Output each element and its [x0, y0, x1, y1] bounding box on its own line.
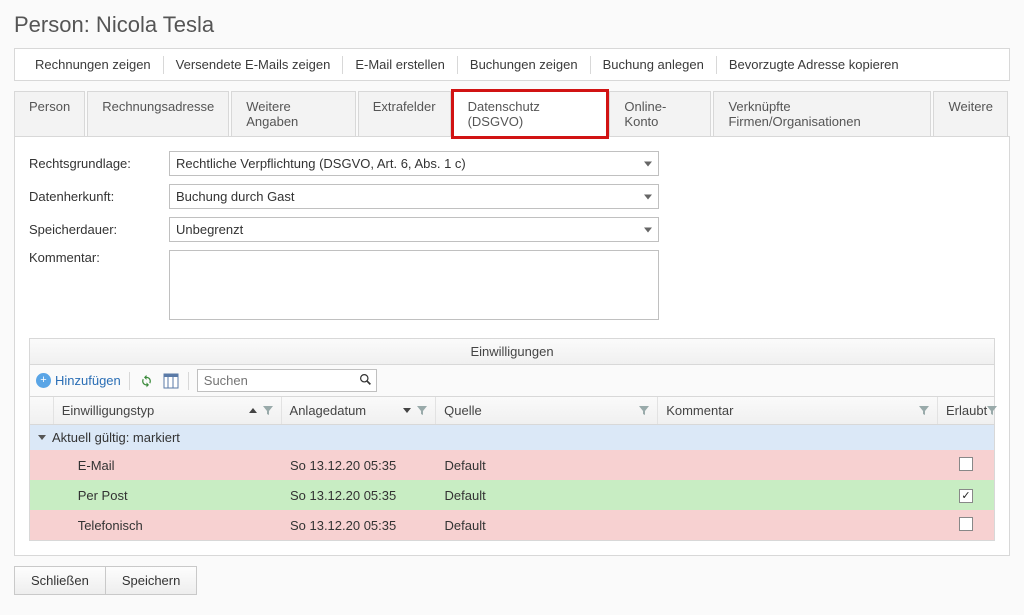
checkbox[interactable]: [959, 457, 973, 471]
filter-icon[interactable]: [919, 406, 929, 416]
grid-header: Einwilligungstyp Anlagedatum Quelle: [30, 397, 994, 425]
show-invoices-button[interactable]: Rechnungen zeigen: [23, 55, 163, 74]
group-row[interactable]: Aktuell gültig: markiert: [30, 425, 994, 450]
tab-more[interactable]: Weitere: [933, 91, 1008, 136]
copy-preferred-address-button[interactable]: Bevorzugte Adresse kopieren: [717, 55, 911, 74]
column-source-label: Quelle: [444, 403, 482, 418]
column-source[interactable]: Quelle: [436, 397, 658, 424]
add-consent-button[interactable]: + Hinzufügen: [36, 373, 121, 388]
cell-created: So 13.12.20 05:35: [282, 458, 437, 473]
sort-desc-icon: [403, 408, 411, 413]
consents-toolbar: + Hinzufügen: [30, 365, 994, 397]
tab-extra-fields[interactable]: Extrafelder: [358, 91, 451, 136]
show-sent-emails-button[interactable]: Versendete E-Mails zeigen: [164, 55, 343, 74]
tab-linked-companies[interactable]: Verknüpfte Firmen/Organisationen: [713, 91, 931, 136]
close-button[interactable]: Schließen: [14, 566, 106, 595]
table-row[interactable]: E-MailSo 13.12.20 05:35Default: [30, 450, 994, 480]
add-consent-label: Hinzufügen: [55, 373, 121, 388]
retention-select[interactable]: Unbegrenzt: [169, 217, 659, 242]
legal-basis-label: Rechtsgrundlage:: [29, 156, 169, 171]
cell-allowed[interactable]: [938, 517, 994, 534]
column-comment-label: Kommentar: [666, 403, 733, 418]
column-comment[interactable]: Kommentar: [658, 397, 938, 424]
tab-person[interactable]: Person: [14, 91, 85, 136]
table-row[interactable]: Per PostSo 13.12.20 05:35Default ✓: [30, 480, 994, 510]
consents-grid: Einwilligungen + Hinzufügen: [29, 338, 995, 541]
filter-icon[interactable]: [639, 406, 649, 416]
tab-online-account[interactable]: Online-Konto: [609, 91, 711, 136]
column-allowed[interactable]: Erlaubt: [938, 397, 994, 424]
data-origin-label: Datenherkunft:: [29, 189, 169, 204]
page-title: Person: Nicola Tesla: [4, 4, 1020, 48]
tab-body: Rechtsgrundlage: Rechtliche Verpflichtun…: [14, 137, 1010, 556]
checkbox[interactable]: [959, 517, 973, 531]
cell-created: So 13.12.20 05:35: [282, 488, 437, 503]
filter-icon[interactable]: [263, 406, 273, 416]
cell-source: Default: [437, 488, 659, 503]
cell-source: Default: [437, 458, 659, 473]
filter-icon[interactable]: [417, 406, 427, 416]
save-button[interactable]: Speichern: [106, 566, 198, 595]
footer-buttons: Schließen Speichern: [14, 566, 1010, 595]
tabs: Person Rechnungsadresse Weitere Angaben …: [14, 91, 1010, 137]
create-booking-button[interactable]: Buchung anlegen: [591, 55, 716, 74]
column-created-label: Anlagedatum: [290, 403, 367, 418]
columns-button[interactable]: [162, 372, 180, 390]
column-expand: [30, 397, 54, 424]
cell-type: Per Post: [54, 488, 282, 503]
comment-label: Kommentar:: [29, 250, 169, 265]
filter-icon[interactable]: [987, 406, 997, 416]
cell-allowed[interactable]: [938, 457, 994, 474]
refresh-button[interactable]: [138, 372, 156, 390]
data-origin-select[interactable]: Buchung durch Gast: [169, 184, 659, 209]
cell-type: Telefonisch: [54, 518, 282, 533]
legal-basis-select[interactable]: Rechtliche Verpflichtung (DSGVO, Art. 6,…: [169, 151, 659, 176]
table-row[interactable]: TelefonischSo 13.12.20 05:35Default: [30, 510, 994, 540]
cell-type: E-Mail: [54, 458, 282, 473]
column-type[interactable]: Einwilligungstyp: [54, 397, 282, 424]
create-email-button[interactable]: E-Mail erstellen: [343, 55, 457, 74]
cell-source: Default: [437, 518, 659, 533]
consents-panel-title: Einwilligungen: [30, 339, 994, 365]
column-allowed-label: Erlaubt: [946, 403, 987, 418]
column-type-label: Einwilligungstyp: [62, 403, 155, 418]
plus-icon: +: [36, 373, 51, 388]
retention-label: Speicherdauer:: [29, 222, 169, 237]
tab-data-protection[interactable]: Datenschutz (DSGVO): [453, 91, 608, 137]
cell-allowed[interactable]: ✓: [938, 487, 994, 503]
cell-created: So 13.12.20 05:35: [282, 518, 437, 533]
action-toolbar: Rechnungen zeigen Versendete E-Mails zei…: [14, 48, 1010, 81]
tab-billing-address[interactable]: Rechnungsadresse: [87, 91, 229, 136]
chevron-down-icon: [38, 435, 46, 440]
comment-textarea[interactable]: [169, 250, 659, 320]
separator: [129, 372, 130, 390]
search-input[interactable]: [197, 369, 377, 392]
tab-more-details[interactable]: Weitere Angaben: [231, 91, 355, 136]
separator: [188, 372, 189, 390]
sort-asc-icon: [249, 408, 257, 413]
group-row-label: Aktuell gültig: markiert: [52, 430, 180, 445]
column-created[interactable]: Anlagedatum: [282, 397, 437, 424]
checkbox[interactable]: ✓: [959, 489, 973, 503]
show-bookings-button[interactable]: Buchungen zeigen: [458, 55, 590, 74]
